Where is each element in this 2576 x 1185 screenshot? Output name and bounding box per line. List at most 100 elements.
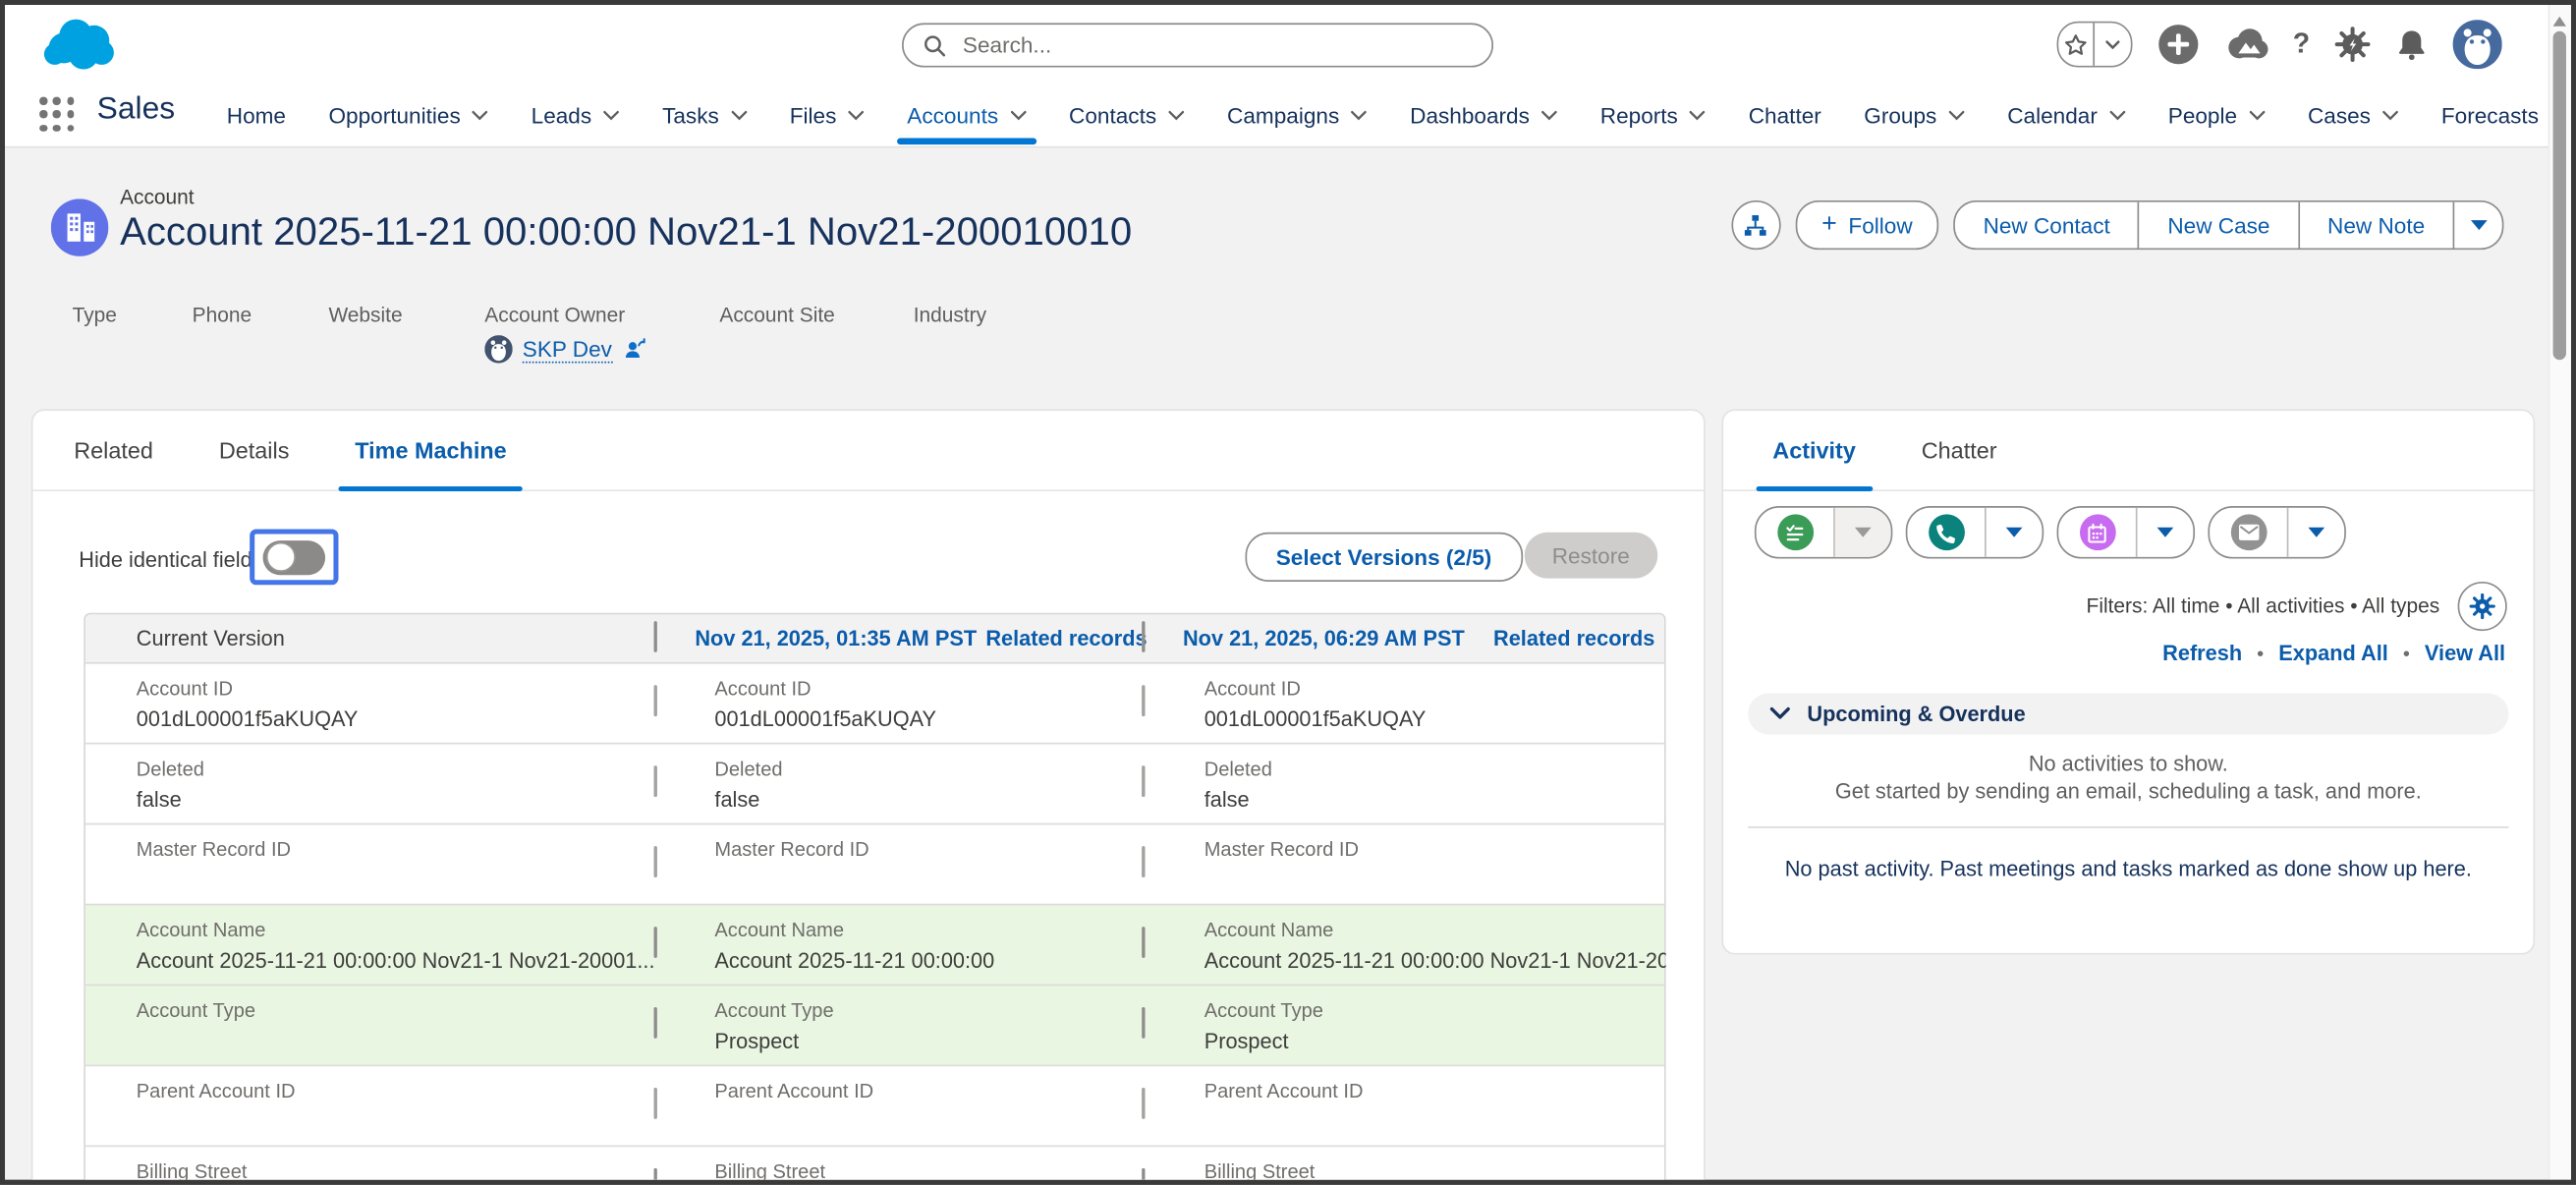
chevron-down-icon [2308,528,2324,537]
nav-item-label: Leads [532,103,592,128]
version2-select-checkbox[interactable] [1142,623,1145,652]
tab-activity[interactable]: Activity [1772,411,1856,489]
nav-item-leads[interactable]: Leads [510,84,641,146]
field-cell: Master Record ID [1204,824,1666,903]
field-name: Parent Account ID [1204,1078,1666,1104]
new-contact-button[interactable]: New Contact [1955,202,2138,249]
salesforce-app: ? [0,0,2576,1185]
nav-item-calendar[interactable]: Calendar [1986,84,2147,146]
hide-identical-fields-toggle[interactable] [250,529,338,585]
app-launcher-icon[interactable] [39,97,76,134]
field-name: Deleted [714,756,1142,782]
toggle-knob [265,542,295,572]
email-icon [2230,514,2267,550]
nav-item-tasks[interactable]: Tasks [641,84,768,146]
global-search [902,23,1493,67]
nav-item-contacts[interactable]: Contacts [1047,84,1205,146]
global-header: ? [5,5,2571,84]
nav-item-cases[interactable]: Cases [2286,84,2420,146]
refresh-link[interactable]: Refresh [2162,641,2242,665]
tab-time-machine[interactable]: Time Machine [355,411,506,489]
nav-item-dashboards[interactable]: Dashboards [1388,84,1579,146]
new-note-button[interactable]: New Note [2298,202,2453,249]
restore-checkbox-v1[interactable] [654,1007,657,1039]
nav-item-people[interactable]: People [2147,84,2286,146]
nav-item-reports[interactable]: Reports [1579,84,1727,146]
nav-item-opportunities[interactable]: Opportunities [308,84,510,146]
field-label: Industry [914,304,1029,326]
nav-item-accounts[interactable]: Accounts [886,84,1048,146]
new-case-button[interactable]: New Case [2138,202,2298,249]
nav-item-home[interactable]: Home [205,84,308,146]
nav-item-groups[interactable]: Groups [1843,84,1987,146]
field-name: Account ID [1204,675,1666,702]
field-cell: Account NameAccount 2025-11-21 00:00:00 [714,905,1142,984]
version1-date-link[interactable]: Nov 21, 2025, 01:35 AM PST [695,626,977,650]
change-owner-icon[interactable] [622,337,646,362]
new-task-icon [1776,514,1813,550]
table-row-billing-street: Billing StreetBilling StreetBilling Stre… [85,1146,1664,1185]
version1-select-checkbox[interactable] [654,623,657,652]
field-cell: Master Record ID [137,824,654,903]
log-a-call-dropdown[interactable] [1987,508,2043,557]
tab-details[interactable]: Details [219,411,290,489]
hierarchy-button[interactable] [1731,200,1780,250]
log-a-call-button[interactable] [1907,508,1986,557]
new-event-button[interactable] [2058,508,2137,557]
new-event-split-button [2057,506,2195,559]
restore-checkbox-v2[interactable] [1142,1007,1145,1039]
email-button[interactable] [2210,508,2288,557]
version2-date-link[interactable]: Nov 21, 2025, 06:29 AM PST [1183,626,1465,650]
help-icon[interactable]: ? [2293,28,2310,60]
plus-icon: + [1821,212,1837,239]
filters-settings-button[interactable] [2458,582,2507,631]
user-avatar[interactable] [2453,20,2502,69]
favorites-star-icon[interactable] [2058,23,2094,65]
owner-link[interactable]: SKP Dev [523,336,612,363]
notifications-bell-icon[interactable] [2395,28,2428,62]
past-activity-text: No past activity. Past meetings and task… [1723,856,2533,880]
nav-item-files[interactable]: Files [768,84,886,146]
upcoming-overdue-section[interactable]: Upcoming & Overdue [1748,694,2508,735]
setup-gear-icon[interactable] [2334,27,2371,63]
version2-related-records-link[interactable]: Related records [1493,626,1654,650]
favorites-button[interactable] [2056,22,2132,68]
field-name: Billing Street [1204,1158,1666,1185]
nav-item-chatter[interactable]: Chatter [1727,84,1843,146]
chevron-down-icon [730,109,747,121]
guidance-center-icon[interactable] [2223,27,2268,63]
nav-item-forecasts[interactable]: Forecasts [2420,84,2560,146]
restore-checkbox-v2[interactable] [1142,927,1145,958]
scrollbar-up-arrow[interactable] [2553,17,2566,27]
search-input[interactable] [960,31,1473,59]
favorites-dropdown-icon[interactable] [2094,23,2131,65]
restore-checkbox-v2[interactable] [1142,1168,1145,1185]
restore-button: Restore [1524,533,1657,579]
hide-identical-fields-label: Hide identical fields [79,547,262,572]
view-all-link[interactable]: View All [2425,641,2505,665]
nav-item-campaigns[interactable]: Campaigns [1205,84,1388,146]
follow-button[interactable]: + Follow [1795,200,1938,250]
field-name: Master Record ID [1204,836,1666,863]
email-dropdown[interactable] [2288,508,2344,557]
table-row-parent-account-id: Parent Account IDParent Account IDParent… [85,1065,1664,1146]
tab-chatter[interactable]: Chatter [1922,411,1997,489]
field-website: Website [328,304,484,363]
restore-checkbox-v1[interactable] [654,927,657,958]
new-event-dropdown[interactable] [2138,508,2194,557]
new-task-button[interactable] [1757,508,1835,557]
restore-checkbox-v1[interactable] [654,1168,657,1185]
field-name: Deleted [1204,756,1666,782]
chevron-down-icon [1690,109,1707,121]
email-split-button [2208,506,2345,559]
tab-related[interactable]: Related [74,411,153,489]
more-actions-dropdown[interactable] [2453,202,2502,249]
account-entity-icon [51,198,109,256]
expand-all-link[interactable]: Expand All [2278,641,2388,665]
field-cell: Deletedfalse [714,745,1142,823]
version1-related-records-link[interactable]: Related records [985,626,1147,650]
select-versions-button[interactable]: Select Versions (2/5) [1245,533,1523,582]
scrollbar-thumb[interactable] [2553,31,2566,360]
nav-item-label: Contacts [1069,103,1156,128]
global-actions-icon[interactable] [2156,23,2199,65]
